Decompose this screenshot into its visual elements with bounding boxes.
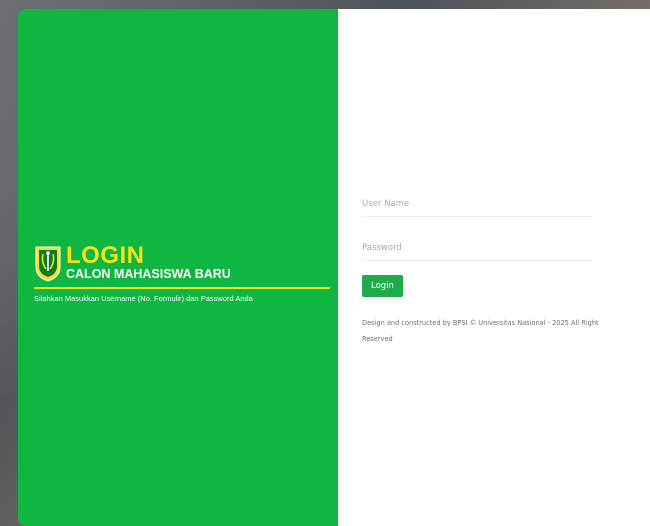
brand-block: LOGIN CALON MAHASISWA BARU Silahkan Masu… bbox=[34, 242, 330, 303]
login-subtitle: CALON MAHASISWA BARU bbox=[66, 267, 231, 281]
login-title: LOGIN bbox=[66, 242, 145, 269]
footer-credit: Design and constructed by BPSI © Univers… bbox=[362, 319, 599, 343]
university-shield-logo-icon bbox=[35, 246, 61, 282]
password-input[interactable] bbox=[362, 243, 592, 261]
form-panel: Login Design and constructed by BPSI © U… bbox=[338, 9, 650, 526]
username-input[interactable] bbox=[362, 199, 592, 217]
login-form: Login Design and constructed by BPSI © U… bbox=[362, 199, 622, 347]
brand-panel: LOGIN CALON MAHASISWA BARU Silahkan Masu… bbox=[18, 9, 338, 526]
login-instruction: Silahkan Masukkan Username (No. Formulir… bbox=[34, 294, 253, 303]
brand-titles: LOGIN CALON MAHASISWA BARU bbox=[66, 242, 231, 282]
login-button[interactable]: Login bbox=[362, 275, 403, 297]
login-card: LOGIN CALON MAHASISWA BARU Silahkan Masu… bbox=[18, 9, 650, 526]
brand-row: LOGIN CALON MAHASISWA BARU bbox=[34, 242, 330, 283]
title-underline bbox=[34, 287, 330, 289]
